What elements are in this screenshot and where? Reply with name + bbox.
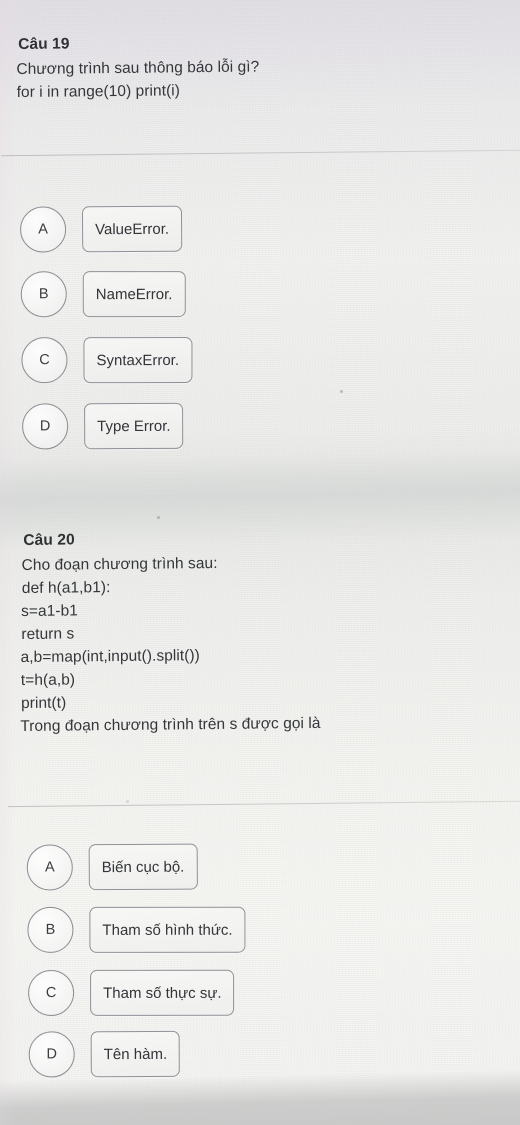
option-button-20-b[interactable]: Tham số hình thức. (89, 906, 246, 953)
question-19-code-line-1: for i in range(10) print(i) (16, 82, 181, 102)
option-key-label: C (45, 984, 57, 1001)
option-row-19-b[interactable]: B NameError. (20, 271, 186, 318)
option-key-circle-19-d[interactable]: D (22, 403, 69, 450)
option-text: Tham số hình thức. (102, 921, 233, 939)
option-row-20-a[interactable]: A Biến cục bộ. (26, 843, 198, 891)
option-text: Biến cục bộ. (101, 858, 185, 876)
quiz-photo-screen: Câu 19 Chương trình sau thông báo lỗi gì… (0, 0, 520, 1125)
question-block-19: Câu 19 Chương trình sau thông báo lỗi gì… (0, 31, 520, 104)
option-text: Type Error. (97, 417, 171, 435)
option-button-20-a[interactable]: Biến cục bộ. (88, 843, 198, 891)
option-text: NameError. (95, 285, 173, 303)
option-row-19-d[interactable]: D Type Error. (22, 402, 184, 450)
option-text: Tham số thực sự. (103, 984, 222, 1002)
option-key-label: A (38, 221, 48, 238)
option-row-20-d[interactable]: D Tên hàm. (28, 1030, 181, 1078)
option-key-label: B (38, 286, 49, 303)
option-key-label: D (39, 418, 51, 435)
option-key-label: A (44, 859, 55, 876)
option-button-19-d[interactable]: Type Error. (84, 402, 184, 450)
option-key-label: D (46, 1046, 57, 1063)
option-key-label: C (39, 352, 50, 369)
option-key-circle-20-b[interactable]: B (27, 906, 74, 953)
option-button-19-a[interactable]: ValueError. (81, 205, 183, 253)
option-text: Tên hàm. (103, 1045, 168, 1063)
option-key-circle-20-a[interactable]: A (26, 844, 73, 891)
option-key-circle-19-a[interactable]: A (19, 206, 67, 253)
option-row-20-b[interactable]: B Tham số hình thức. (27, 906, 246, 953)
question-19-number: Câu 19 (18, 35, 70, 54)
question-20-closing-text: Trong đoạn chương trình trên s được gọi … (20, 714, 321, 736)
option-text: ValueError. (95, 220, 170, 238)
option-text: SyntaxError. (96, 351, 180, 369)
option-row-19-c[interactable]: C SyntaxError. (21, 337, 193, 384)
option-key-circle-19-c[interactable]: C (21, 337, 68, 384)
question-block-20: Câu 20 Cho đoạn chương trình sau: def h(… (5, 527, 520, 738)
option-row-20-c[interactable]: C Tham số thực sự. (28, 969, 235, 1016)
question-20-number: Câu 20 (23, 531, 75, 549)
option-key-circle-19-b[interactable]: B (20, 271, 67, 318)
option-key-circle-20-d[interactable]: D (28, 1031, 75, 1078)
option-key-label: B (45, 921, 56, 938)
option-button-19-c[interactable]: SyntaxError. (83, 337, 193, 384)
divider-after-question-19-text (1, 149, 520, 157)
option-row-19-a[interactable]: A ValueError. (19, 205, 183, 253)
option-key-circle-20-c[interactable]: C (28, 969, 75, 1016)
option-button-20-d[interactable]: Tên hàm. (90, 1030, 181, 1078)
quiz-content: Câu 19 Chương trình sau thông báo lỗi gì… (0, 0, 520, 1125)
divider-after-question-20-text (8, 800, 520, 808)
option-button-20-c[interactable]: Tham số thực sự. (90, 969, 235, 1016)
option-button-19-b[interactable]: NameError. (82, 271, 186, 318)
